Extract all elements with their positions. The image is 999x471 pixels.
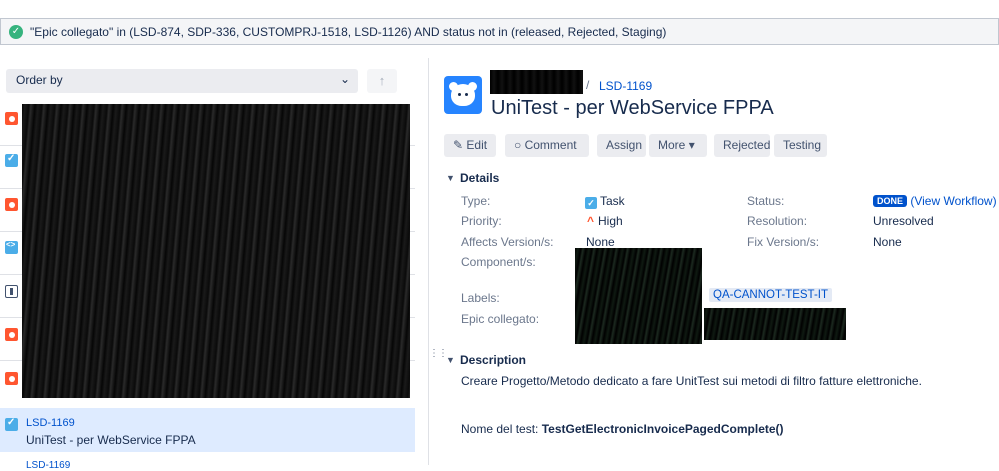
list-item-summary: UniTest - per WebService FPPA <box>26 433 196 447</box>
affects-version-label: Affects Version/s: <box>461 235 554 249</box>
caret-down-icon[interactable]: ▼ <box>446 173 455 183</box>
label-tag[interactable]: QA-CANNOT-TEST-IT <box>709 288 832 302</box>
bug-icon <box>5 198 18 211</box>
view-workflow-link[interactable]: (View Workflow) <box>910 194 996 208</box>
affects-version-value: None <box>586 235 615 249</box>
labels-label: Labels: <box>461 291 500 305</box>
epic-label: Epic collegato: <box>461 312 540 326</box>
edit-button-label: Edit <box>466 138 488 152</box>
test-name-value: TestGetElectronicInvoicePagedComplete() <box>541 422 784 436</box>
status-badge: DONE <box>873 195 908 207</box>
chevron-down-icon: ⌄ <box>339 72 350 86</box>
comment-button-label: Comment <box>524 138 577 152</box>
task-icon <box>5 153 18 167</box>
redacted-issue-list <box>22 104 410 398</box>
type-value-text: Task <box>600 194 625 208</box>
more-button-label: More <box>658 138 686 152</box>
panel-splitter[interactable] <box>428 58 429 465</box>
status-label: Status: <box>747 194 785 208</box>
pencil-icon: ✎ <box>453 138 464 152</box>
story-icon <box>5 285 18 298</box>
caret-down-icon: ▾ <box>688 138 695 152</box>
test-name-label: Nome del test: <box>461 422 539 436</box>
check-circle-icon: ✓ <box>9 24 23 39</box>
jql-query-text: "Epic collegato" in (LSD-874, SDP-336, C… <box>30 24 667 39</box>
bug-icon <box>5 372 18 385</box>
redacted-project-name <box>490 70 583 94</box>
description-heading[interactable]: Description <box>460 353 526 367</box>
caret-down-icon[interactable]: ▼ <box>446 355 455 365</box>
testing-transition-button[interactable]: Testing <box>774 134 827 157</box>
description-text: Creare Progetto/Metodo dedicato a fare U… <box>461 374 922 388</box>
redacted-epic <box>704 308 846 340</box>
type-label: Type: <box>461 194 491 208</box>
details-heading[interactable]: Details <box>460 171 499 185</box>
issue-list-panel: Order by ⌄ ↑ LSD-1169 UniTest - per WebS… <box>0 58 420 471</box>
comment-icon: ○ <box>514 138 522 152</box>
sort-direction-button[interactable]: ↑ <box>367 69 397 93</box>
resolution-value: Unresolved <box>873 214 934 228</box>
test-name-line: Nome del test: TestGetElectronicInvoiceP… <box>461 422 784 436</box>
status-value: DONE (View Workflow) <box>873 194 997 208</box>
more-button[interactable]: More ▾ <box>649 134 707 157</box>
breadcrumb-issue-key[interactable]: LSD-1169 <box>599 79 652 93</box>
task-icon <box>5 417 18 431</box>
redacted-fields <box>575 248 702 344</box>
resolution-label: Resolution: <box>747 214 808 228</box>
subtask-icon <box>5 240 18 254</box>
task-icon: ✓ <box>585 197 597 209</box>
type-value: ✓ Task <box>585 194 625 209</box>
breadcrumb-separator: / <box>586 78 590 92</box>
list-item-key[interactable]: LSD-1169 <box>26 460 70 471</box>
arrow-up-icon: ↑ <box>378 73 386 88</box>
fix-version-value: None <box>873 235 902 249</box>
comment-button[interactable]: ○ Comment <box>505 134 589 157</box>
bug-icon <box>5 112 18 125</box>
bug-icon <box>5 328 18 341</box>
list-item-key: LSD-1169 <box>26 417 75 429</box>
rejected-transition-button[interactable]: Rejected <box>714 134 770 157</box>
jql-filter-bar[interactable]: ✓ "Epic collegato" in (LSD-874, SDP-336,… <box>0 18 999 45</box>
fix-version-label: Fix Version/s: <box>747 235 820 249</box>
priority-high-icon: ^ <box>587 214 595 228</box>
issue-detail-panel: / LSD-1169 UniTest - per WebService FPPA… <box>430 58 999 465</box>
priority-value: ^ High <box>587 214 623 228</box>
list-item-selected[interactable]: LSD-1169 UniTest - per WebService FPPA <box>0 408 415 452</box>
priority-value-text: High <box>598 214 623 228</box>
component-label: Component/s: <box>461 255 536 269</box>
order-by-label: Order by <box>16 73 63 87</box>
priority-label: Priority: <box>461 214 502 228</box>
order-by-dropdown[interactable]: Order by ⌄ <box>6 69 358 93</box>
edit-button[interactable]: ✎ Edit <box>444 134 496 157</box>
project-avatar <box>444 76 482 114</box>
assign-button[interactable]: Assign <box>597 134 646 157</box>
page-title: UniTest - per WebService FPPA <box>491 97 774 119</box>
